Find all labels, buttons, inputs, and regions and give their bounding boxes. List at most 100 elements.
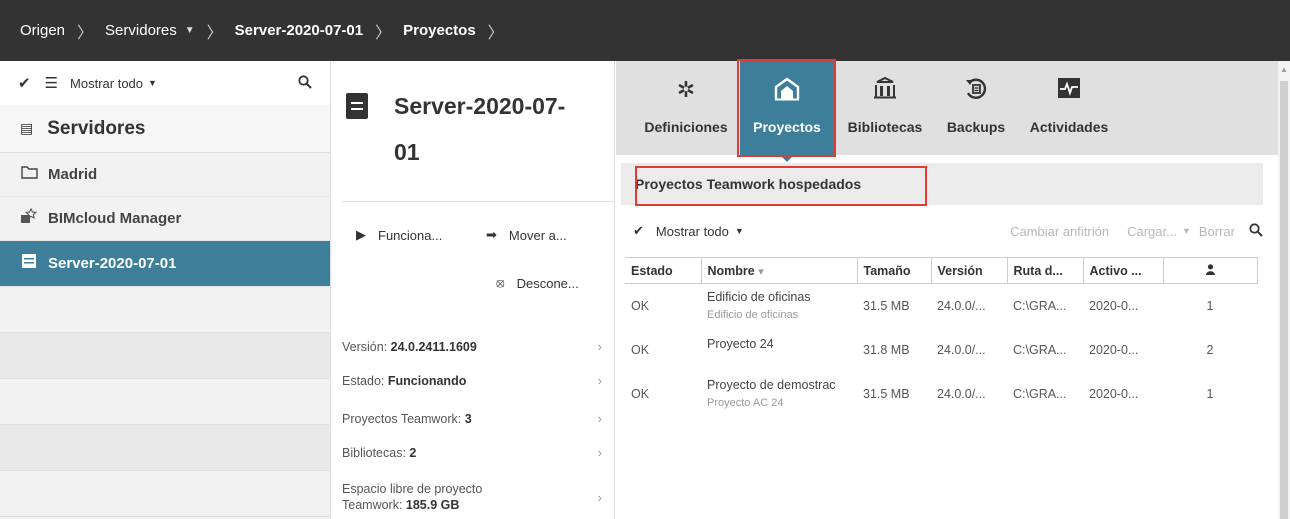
sidebar-item-label: BIMcloud Manager — [48, 210, 182, 227]
cell-version: 24.0.0/... — [937, 386, 986, 401]
info-label: Bibliotecas: — [342, 445, 410, 460]
info-libraries[interactable]: Bibliotecas: 2 › — [342, 445, 602, 460]
breadcrumb-label[interactable]: Origen — [20, 22, 65, 39]
delete-button[interactable]: Borrar — [1199, 224, 1235, 239]
project-name: Proyecto de demostrac — [707, 378, 836, 392]
projects-panel: ✲ Definiciones Proyectos Bibliotecas Bac… — [616, 59, 1278, 519]
sidebar-empty-row — [0, 471, 330, 517]
sidebar-item-bimcloud-manager[interactable]: BIMcloud Manager — [0, 197, 330, 241]
chevron-down-icon[interactable]: ▼ — [735, 226, 744, 236]
chevron-down-icon[interactable]: ▼ — [185, 25, 195, 36]
search-icon[interactable] — [298, 74, 312, 92]
cell-tamano: 31.8 MB — [863, 342, 910, 357]
table-row[interactable]: OK Proyecto 24 31.8 MB 24.0.0/... C:\GRA… — [625, 328, 1257, 372]
scroll-up-icon[interactable]: ▲ — [1280, 65, 1288, 74]
cell-estado: OK — [631, 298, 650, 313]
breadcrumb-label[interactable]: Proyectos — [403, 22, 476, 39]
breadcrumb-server[interactable]: Server-2020-07-01 — [235, 22, 363, 39]
manager-icon — [20, 207, 38, 230]
chevron-right-icon: › — [597, 373, 602, 388]
breadcrumb-servidores[interactable]: Servidores ▼ — [105, 22, 195, 39]
cell-users: 1 — [1206, 386, 1214, 401]
tab-actividades[interactable]: Actividades — [1020, 61, 1118, 155]
sidebar: ✔ ☰ Mostrar todo ▼ ▤ Servidores Madrid B… — [0, 61, 331, 519]
breadcrumb-bar: Origen 〉 Servidores ▼ 〉 Server-2020-07-01… — [0, 0, 1290, 61]
info-label: Proyectos Teamwork: — [342, 411, 465, 426]
checkmark-icon[interactable]: ✔ — [18, 74, 31, 92]
upload-button[interactable]: Cargar... — [1127, 224, 1177, 239]
sort-icon[interactable]: ▾ — [758, 266, 764, 278]
move-button[interactable]: ➡ Mover a... — [486, 227, 567, 243]
column-header-ruta[interactable]: Ruta d... — [1006, 257, 1084, 284]
chevron-right-icon: › — [597, 339, 602, 354]
disconnect-button[interactable]: ⦻ Descone... — [496, 275, 579, 291]
info-teamwork-projects[interactable]: Proyectos Teamwork: 3 › — [342, 411, 602, 426]
column-header-version[interactable]: Versión — [930, 257, 1008, 284]
info-version[interactable]: Versión: 24.0.2411.1609 › — [342, 339, 602, 354]
cell-nombre: Proyecto de demostrac Proyecto AC 24 — [701, 372, 857, 416]
chevron-right-icon: 〉 — [375, 24, 392, 42]
cell-estado: OK — [631, 386, 650, 401]
tab-bar: ✲ Definiciones Proyectos Bibliotecas Bac… — [616, 61, 1278, 162]
chevron-right-icon: › — [597, 445, 602, 460]
breadcrumb-label[interactable]: Server-2020-07-01 — [235, 22, 363, 39]
info-label: Espacio libre de proyecto — [342, 482, 483, 496]
column-header-label: Nombre — [707, 263, 755, 278]
breadcrumb-label[interactable]: Servidores — [105, 22, 177, 39]
gear-icon: ✲ — [676, 77, 696, 102]
sidebar-item-label: Madrid — [48, 166, 98, 183]
tab-bibliotecas[interactable]: Bibliotecas — [838, 61, 932, 155]
project-name: Edificio de oficinas — [707, 290, 811, 305]
cell-activo: 2020-0... — [1089, 298, 1139, 313]
breadcrumb-origen[interactable]: Origen — [20, 22, 65, 39]
sidebar-header-label: Servidores — [47, 117, 146, 139]
info-status[interactable]: Estado: Funcionando › — [342, 373, 602, 388]
column-header-estado[interactable]: Estado — [625, 257, 702, 284]
checkmark-icon[interactable]: ✔ — [633, 223, 644, 239]
cell-estado: OK — [631, 342, 650, 357]
server-icon — [346, 93, 368, 119]
show-all-dropdown[interactable]: Mostrar todo — [656, 224, 729, 239]
column-header-nombre[interactable]: Nombre ▾ — [700, 257, 858, 284]
change-host-button[interactable]: Cambiar anfitrión — [1010, 224, 1109, 239]
project-subtitle: Edificio de oficinas — [707, 309, 799, 322]
scrollbar-thumb[interactable] — [1280, 81, 1288, 519]
table-row[interactable]: OK Edificio de oficinas Edificio de ofici… — [625, 284, 1257, 328]
divider — [342, 201, 614, 202]
sidebar-empty-row — [0, 425, 330, 471]
column-header-activo[interactable]: Activo ... — [1082, 257, 1164, 284]
cell-version: 24.0.0/... — [937, 342, 986, 357]
sidebar-item-label: Server-2020-07-01 — [48, 255, 177, 272]
tab-label: Backups — [946, 119, 1006, 135]
cell-tamano: 31.5 MB — [863, 298, 910, 313]
vertical-scrollbar[interactable]: ▲ — [1278, 61, 1290, 519]
cell-ruta: C:\GRA... — [1013, 386, 1067, 401]
info-value: 2 — [409, 445, 417, 460]
tab-backups[interactable]: Backups — [936, 61, 1016, 155]
chevron-down-icon[interactable]: ▼ — [148, 78, 157, 88]
table-header-row: Estado Nombre ▾ Tamaño Versión Ruta d...… — [625, 257, 1258, 284]
show-all-dropdown[interactable]: Mostrar todo — [70, 76, 143, 91]
info-free-space[interactable]: Espacio libre de proyecto Teamwork: 185.9… — [342, 481, 602, 513]
cell-version: 24.0.0/... — [937, 298, 986, 313]
library-icon — [873, 76, 897, 105]
chevron-right-icon: 〉 — [77, 24, 94, 42]
column-header-users[interactable] — [1162, 257, 1258, 284]
cell-activo: 2020-0... — [1089, 386, 1139, 401]
sidebar-item-madrid[interactable]: Madrid — [0, 153, 330, 197]
tab-definiciones[interactable]: ✲ Definiciones — [636, 61, 736, 155]
chevron-down-icon[interactable]: ▼ — [1182, 226, 1191, 236]
breadcrumb-proyectos[interactable]: Proyectos — [403, 22, 476, 39]
server-detail-panel: Server-2020-07-01 ▶ Funciona... ➡ Mover … — [332, 61, 615, 519]
table-row[interactable]: OK Proyecto de demostrac Proyecto AC 24 3… — [625, 372, 1257, 416]
tab-label: Actividades — [1029, 119, 1109, 135]
server-name: Server-2020-07-01 — [394, 93, 566, 165]
sidebar-item-server[interactable]: Server-2020-07-01 — [0, 241, 330, 287]
disconnect-icon: ⦻ — [496, 275, 505, 290]
cell-nombre: Proyecto 24 — [701, 328, 857, 372]
column-header-tamano[interactable]: Tamaño — [856, 257, 932, 284]
search-icon[interactable] — [1249, 222, 1263, 240]
list-icon[interactable]: ☰ — [45, 74, 58, 92]
run-button[interactable]: ▶ Funciona... — [356, 227, 442, 243]
cell-ruta: C:\GRA... — [1013, 298, 1067, 313]
